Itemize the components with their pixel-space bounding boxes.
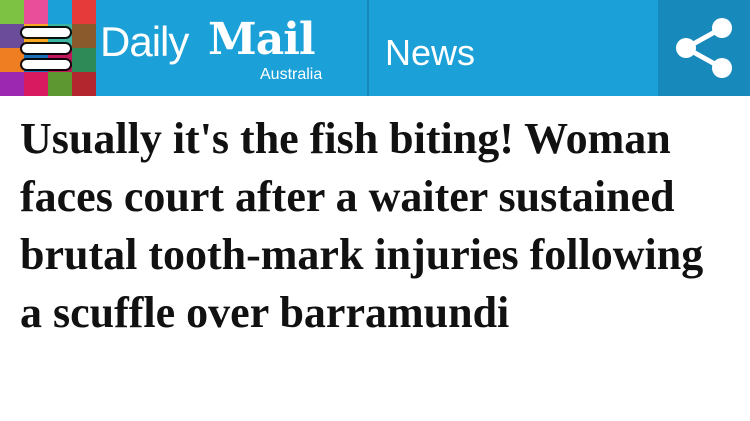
headline-container: Usually it's the fish biting! Woman face… bbox=[20, 110, 735, 410]
logo-daily-text: Daily bbox=[100, 18, 189, 65]
logo-edition-text: Australia bbox=[260, 66, 323, 83]
logo-mail-text: Mail bbox=[208, 14, 316, 65]
app-header: Daily Mail Australia News bbox=[0, 0, 750, 96]
section-title: News bbox=[385, 32, 476, 73]
share-button[interactable] bbox=[658, 0, 750, 96]
hamburger-menu-icon[interactable] bbox=[22, 26, 70, 72]
header-divider bbox=[367, 0, 369, 96]
daily-mail-australia-logo[interactable]: Daily Mail Australia bbox=[100, 8, 340, 90]
article-headline: Usually it's the fish biting! Woman face… bbox=[20, 114, 704, 337]
article-page: Daily Mail Australia News Usually it's t… bbox=[0, 0, 750, 421]
share-icon bbox=[676, 18, 732, 78]
